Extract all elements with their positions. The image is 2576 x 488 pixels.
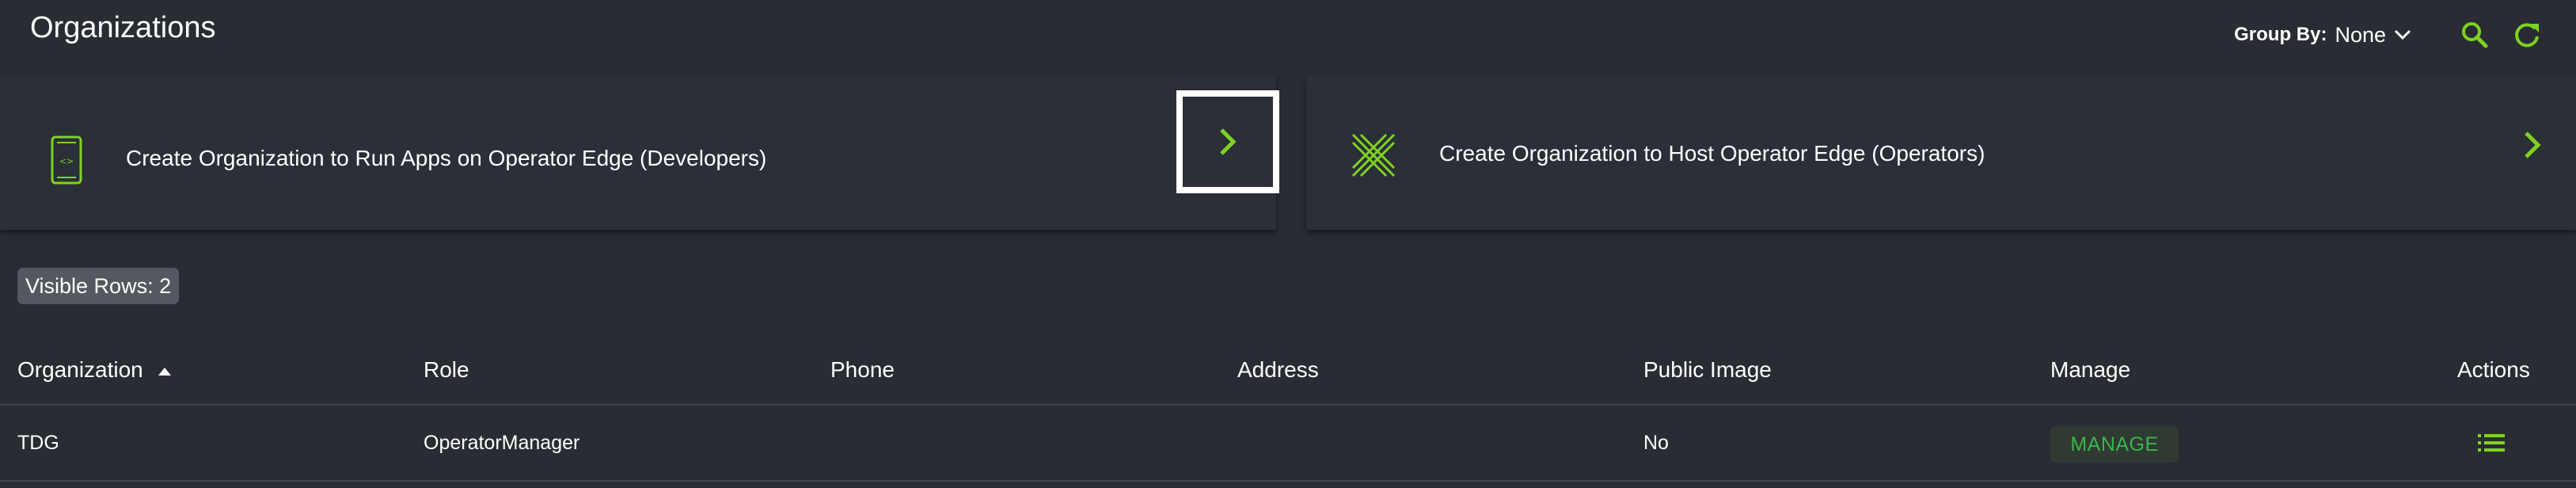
cell-organization: TDG (17, 432, 59, 454)
refresh-button[interactable] (2510, 17, 2544, 52)
page-title: Organizations (30, 11, 216, 44)
mobile-device-icon: <> (51, 135, 82, 185)
create-developer-org-text: Create Organization to Run Apps on Opera… (126, 146, 767, 170)
chevron-right-icon (1220, 128, 1237, 155)
column-header-manage: Manage (2050, 357, 2131, 382)
sort-ascending-icon (158, 367, 171, 376)
column-header-organization-label: Organization (17, 357, 143, 382)
group-by-label: Group By: (2234, 24, 2327, 45)
manage-button[interactable]: MANAGE (2050, 426, 2179, 463)
column-header-phone[interactable]: Phone (830, 336, 895, 404)
column-header-organization[interactable]: Organization (17, 336, 172, 404)
create-operator-org-card[interactable]: Create Organization to Host Operator Edg… (1306, 76, 2576, 230)
cell-public-image: No (1643, 432, 1669, 454)
cell-role: OperatorManager (424, 432, 580, 454)
refresh-icon (2515, 23, 2539, 48)
list-icon[interactable] (2478, 431, 2505, 455)
create-developer-org-card[interactable]: <> Create Organization to Run Apps on Op… (0, 76, 1279, 230)
create-developer-org-arrow-button[interactable] (1176, 90, 1279, 193)
search-button[interactable] (2457, 17, 2492, 52)
column-header-actions: Actions (2457, 357, 2530, 382)
group-by-value: None (2335, 22, 2386, 47)
table-header: Organization Role Phone Address Public I… (0, 336, 2576, 406)
table-row[interactable]: TDG OperatorManager No MANAGE (0, 406, 2576, 482)
column-header-role[interactable]: Role (424, 336, 469, 404)
visible-rows-badge: Visible Rows: 2 (17, 268, 180, 304)
group-by-select[interactable]: None (2335, 23, 2411, 48)
operator-logo-icon (1351, 133, 1396, 177)
column-header-address[interactable]: Address (1237, 336, 1319, 404)
chevron-right-icon (2525, 132, 2541, 158)
chevron-down-icon (2394, 29, 2411, 40)
toolbar: Group By: None (2234, 17, 2544, 52)
create-operator-org-arrow-button[interactable] (2505, 117, 2560, 173)
svg-text:<>: <> (59, 156, 74, 166)
column-header-public-image[interactable]: Public Image (1643, 336, 1772, 404)
search-icon (2462, 22, 2488, 48)
create-operator-org-text: Create Organization to Host Operator Edg… (1439, 141, 1985, 166)
